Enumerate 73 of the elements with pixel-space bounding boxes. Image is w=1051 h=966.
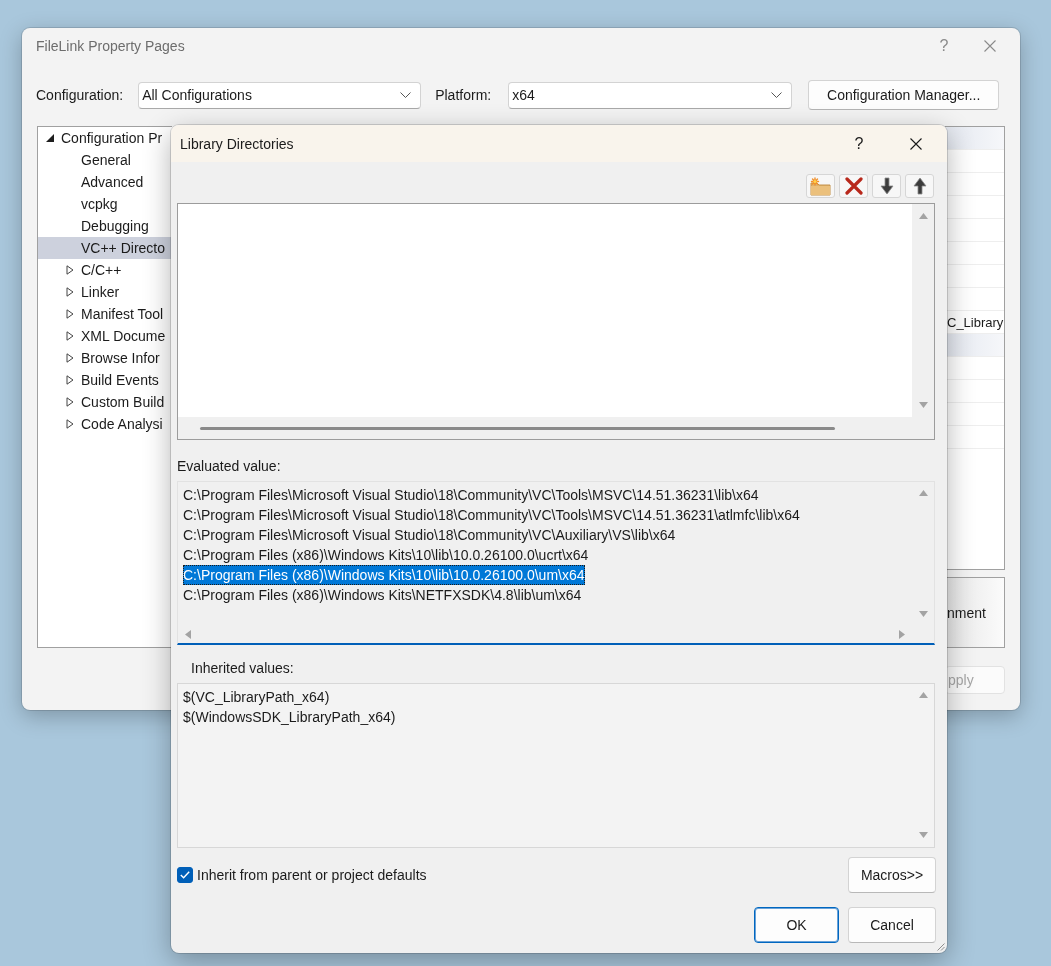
scroll-down-arrow-icon[interactable] [918, 832, 928, 838]
expanded-triangle-icon[interactable] [46, 134, 54, 142]
vertical-scrollbar[interactable] [912, 204, 934, 417]
tree-item[interactable]: Build Events [38, 369, 172, 391]
collapsed-triangle-icon[interactable] [66, 331, 74, 341]
inherited-path-text: $(WindowsSDK_LibraryPath_x64) [183, 708, 396, 727]
scroll-up-arrow-icon[interactable] [918, 213, 928, 219]
tree-item[interactable]: Manifest Tool [38, 303, 172, 325]
tree-item[interactable]: vcpkg [38, 193, 172, 215]
tree-item[interactable]: XML Docume [38, 325, 172, 347]
move-up-button[interactable] [905, 174, 934, 198]
collapsed-triangle-icon[interactable] [66, 397, 74, 407]
collapsed-triangle-icon[interactable] [66, 287, 74, 297]
path-item[interactable]: C:\Program Files (x86)\Windows Kits\NETFXSDK\4.8\lib\um\x64 [183, 585, 582, 605]
resize-grip-icon[interactable] [937, 943, 945, 951]
tree-item[interactable]: General [38, 149, 172, 171]
scroll-right-arrow-icon[interactable] [899, 630, 905, 639]
down-arrow-icon [879, 177, 894, 195]
horizontal-scrollbar[interactable] [178, 417, 934, 439]
path-item[interactable]: C:\Program Files (x86)\Windows Kits\10\lib\10.0.26100.0\um\x64 [183, 565, 585, 585]
scrollbar-thumb[interactable] [200, 426, 835, 430]
evaluated-value-label: Evaluated value: [177, 457, 281, 476]
dialog-title: Library Directories [180, 135, 294, 152]
platform-dropdown[interactable]: x64 [508, 81, 793, 109]
scroll-down-arrow-icon[interactable] [918, 611, 928, 617]
inherited-path-text: $(VC_LibraryPath_x64) [183, 688, 330, 707]
tree-item[interactable]: Linker [38, 281, 172, 303]
tree-item[interactable]: Configuration Pr [38, 127, 172, 149]
checkmark-icon [180, 871, 190, 879]
inherit-label: Inherit from parent or project defaults [197, 867, 427, 883]
collapsed-triangle-icon[interactable] [66, 375, 74, 385]
collapsed-triangle-icon[interactable] [66, 353, 74, 363]
tree-item[interactable]: Custom Build [38, 391, 172, 413]
configuration-manager-button[interactable]: Configuration Manager... [808, 80, 1000, 110]
scroll-down-arrow-icon[interactable] [918, 402, 928, 408]
description-text: nment [947, 604, 986, 621]
close-icon [910, 137, 922, 150]
inherited-values-label: Inherited values: [191, 659, 294, 678]
move-down-button[interactable] [872, 174, 901, 198]
tree-item[interactable]: Code Analysi [38, 413, 172, 435]
path-item[interactable]: C:\Program Files (x86)\Windows Kits\10\lib\10.0.26100.0\ucrt\x64 [183, 545, 589, 565]
delete-button[interactable] [839, 174, 868, 198]
up-arrow-icon [912, 177, 927, 195]
configuration-dropdown[interactable]: All Configurations [138, 81, 422, 109]
help-button[interactable]: ? [836, 127, 882, 160]
configuration-label: Configuration: [36, 87, 124, 103]
tree-item[interactable]: Browse Infor [38, 347, 172, 369]
collapsed-triangle-icon[interactable] [66, 419, 74, 429]
chevron-down-icon [771, 92, 783, 98]
tree-item[interactable]: VC++ Directo [38, 237, 172, 259]
collapsed-triangle-icon[interactable] [66, 309, 74, 319]
dialog-button[interactable]: Cancel [848, 907, 936, 943]
directory-list-field[interactable] [177, 203, 935, 440]
property-value: C_Library [946, 314, 1004, 330]
folder-sparkle-icon [810, 176, 831, 196]
tree-item[interactable]: C/C++ [38, 259, 172, 281]
default-button[interactable]: OK [754, 907, 839, 943]
tree-item[interactable]: Debugging [38, 215, 172, 237]
scroll-up-arrow-icon[interactable] [918, 490, 928, 496]
platform-label: Platform: [435, 87, 492, 103]
path-item[interactable]: C:\Program Files\Microsoft Visual Studio\18\Community\VC\Tools\MSVC\14.51.36231\lib\x64 [183, 485, 759, 505]
collapsed-triangle-icon[interactable] [66, 265, 74, 275]
path-item[interactable]: C:\Program Files\Microsoft Visual Studio\18\Community\VC\Auxiliary\VS\lib\x64 [183, 525, 676, 545]
close-icon [984, 40, 996, 52]
chevron-down-icon [400, 92, 412, 98]
path-item[interactable]: C:\Program Files\Microsoft Visual Studio\18\Community\VC\Tools\MSVC\14.51.36231\atlmfc\lib\x64 [183, 505, 800, 525]
tree-item[interactable]: Advanced [38, 171, 172, 193]
inherit-checkbox[interactable] [177, 867, 193, 883]
cross-icon [844, 177, 863, 195]
scroll-left-arrow-icon[interactable] [185, 630, 191, 639]
scroll-up-arrow-icon[interactable] [918, 692, 928, 698]
macros-button[interactable]: Macros>> [848, 857, 936, 893]
window-title: FileLink Property Pages [36, 38, 185, 54]
